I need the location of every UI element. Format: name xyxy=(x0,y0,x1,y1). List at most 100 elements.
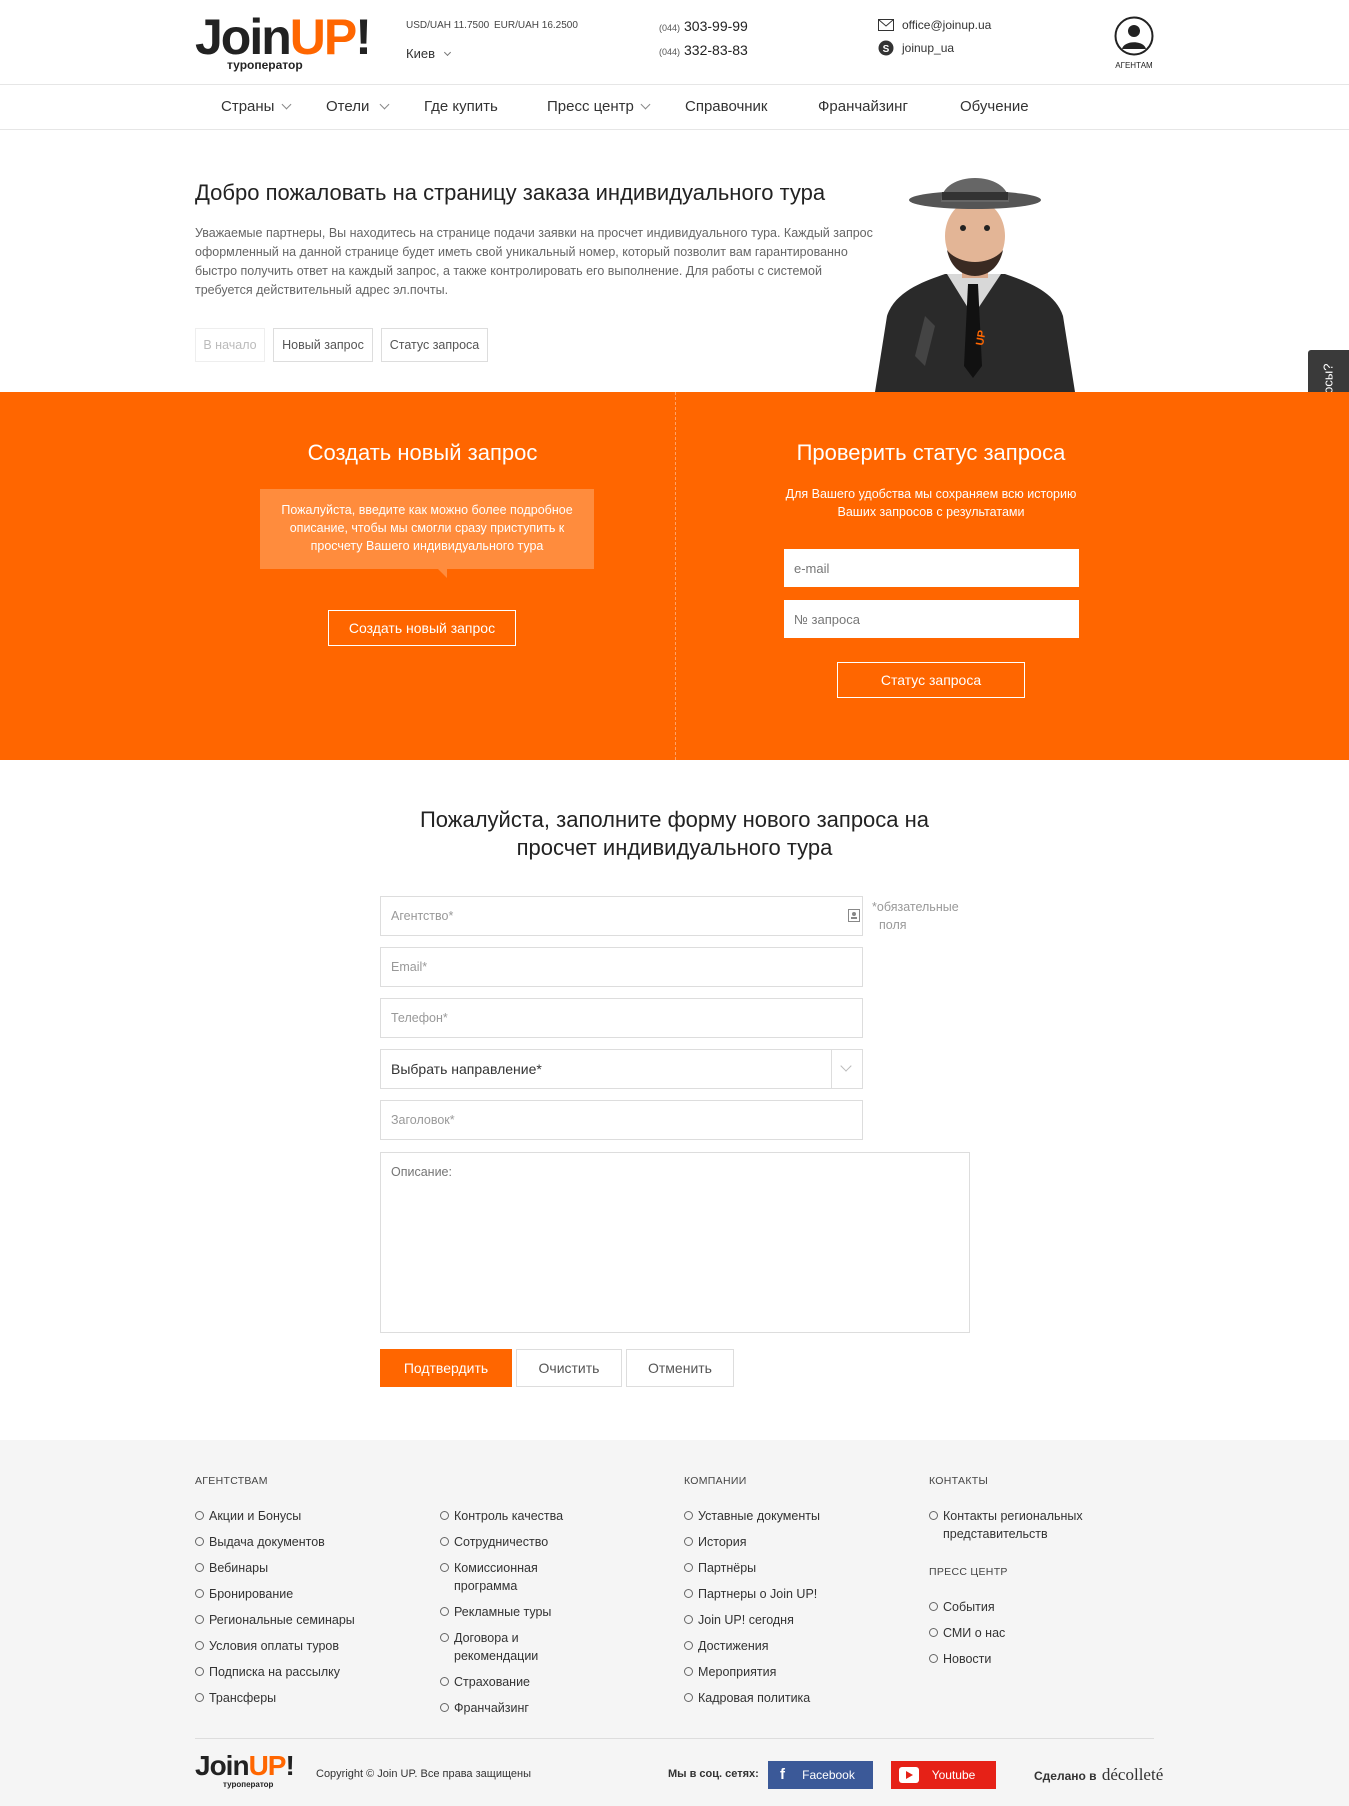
logo-bang: ! xyxy=(285,1750,294,1781)
footer-list-company: Уставные документы История Партнёры Парт… xyxy=(684,1507,820,1715)
request-number-input[interactable] xyxy=(784,600,1079,638)
footer-link[interactable]: Партнёры xyxy=(684,1559,820,1577)
hint-line: Пожалуйста, введите как можно более подр… xyxy=(281,503,573,517)
studio-logo[interactable]: décolleté xyxy=(1102,1765,1163,1784)
chevron-down-icon xyxy=(281,99,292,110)
footer-col-title: ПРЕСС ЦЕНТР xyxy=(929,1566,1008,1578)
subject-field[interactable] xyxy=(380,1100,863,1140)
copyright: Copyright © Join UP. Все права защищены xyxy=(316,1768,531,1780)
footer-link-line: Франчайзинг xyxy=(454,1701,529,1715)
footer-link[interactable]: Мероприятия xyxy=(684,1663,820,1681)
hint-line: просчету Вашего индивидуального тура xyxy=(310,539,544,553)
status-email-input[interactable] xyxy=(784,549,1079,587)
phone-1[interactable]: (044) 303-99-99 xyxy=(659,18,748,34)
intro-text: Уважаемые партнеры, Вы находитесь на стр… xyxy=(195,224,915,300)
new-request-tab-button[interactable]: Новый запрос xyxy=(273,328,373,362)
footer-link-line: Контроль качества xyxy=(454,1509,564,1523)
agency-input[interactable] xyxy=(380,896,863,936)
facebook-label: Facebook xyxy=(802,1768,855,1782)
footer-list-agencies: Акции и Бонусы Выдача документов Вебинар… xyxy=(195,1507,355,1715)
footer-link[interactable]: Сотрудничество xyxy=(440,1533,563,1551)
footer-link[interactable]: Партнеры о Join UP! xyxy=(684,1585,820,1603)
footer-link[interactable]: Достижения xyxy=(684,1637,820,1655)
footer-link-line: Сотрудничество xyxy=(454,1535,549,1549)
skype-text: joinup_ua xyxy=(902,41,955,55)
nav-label: Справочник xyxy=(685,98,768,115)
footer-link[interactable]: Уставные документы xyxy=(684,1507,820,1525)
footer-col-title: КОМПАНИИ xyxy=(684,1475,747,1487)
email-text: office@joinup.ua xyxy=(902,18,992,32)
footer-link[interactable]: История xyxy=(684,1533,820,1551)
form-title-line: Пожалуйста, заполните форму нового запро… xyxy=(419,807,930,832)
footer-list-press: События СМИ о нас Новости xyxy=(929,1598,1005,1676)
footer-link-line: Комиссионная xyxy=(454,1561,538,1575)
footer-link[interactable]: Франчайзинг xyxy=(440,1699,563,1717)
footer-link[interactable]: Новости xyxy=(929,1650,1005,1668)
direction-select[interactable]: Выбрать направление* xyxy=(380,1049,863,1089)
required-note-line: поля xyxy=(879,918,907,932)
home-button[interactable]: В начало xyxy=(195,328,265,362)
nav-item-press-center[interactable]: Пресс центр xyxy=(547,85,634,129)
check-status-button[interactable]: Статус запроса xyxy=(837,662,1025,698)
email-field[interactable] xyxy=(380,947,863,987)
logo-up: UP xyxy=(248,1750,287,1781)
email-link[interactable]: office@joinup.ua xyxy=(878,18,991,32)
mascot-illustration: UP xyxy=(875,178,1075,392)
footer-link[interactable]: Подписка на рассылку xyxy=(195,1663,355,1681)
footer-link[interactable]: Контакты региональных представительств xyxy=(929,1507,1083,1543)
footer-link[interactable]: Условия оплаты туров xyxy=(195,1637,355,1655)
facebook-button[interactable]: f Facebook xyxy=(768,1761,873,1789)
footer-link-line: Договора и xyxy=(454,1631,519,1645)
footer-link[interactable]: Рекламные туры xyxy=(440,1603,563,1621)
nav-item-hotels[interactable]: Отели xyxy=(326,85,369,129)
nav-item-reference[interactable]: Справочник xyxy=(685,85,768,129)
hint-line: описание, чтобы мы смогли сразу приступи… xyxy=(289,521,565,535)
request-status-tab-button[interactable]: Статус запроса xyxy=(381,328,488,362)
envelope-icon xyxy=(878,19,894,31)
city-label: Киев xyxy=(406,46,435,61)
logo[interactable]: JoinUP! туроператор xyxy=(195,9,372,72)
footer-link[interactable]: Бронирование xyxy=(195,1585,355,1603)
phone-number: 303-99-99 xyxy=(684,18,748,34)
phone-field[interactable] xyxy=(380,998,863,1038)
footer-link[interactable]: Трансферы xyxy=(195,1689,355,1707)
youtube-button[interactable]: Youtube xyxy=(891,1761,996,1789)
clear-button[interactable]: Очистить xyxy=(516,1349,622,1387)
nav-item-countries[interactable]: Страны xyxy=(221,85,274,129)
footer-link[interactable]: Вебинары xyxy=(195,1559,355,1577)
cancel-button[interactable]: Отменить xyxy=(626,1349,734,1387)
nav-item-training[interactable]: Обучение xyxy=(960,85,1029,129)
description-textarea[interactable] xyxy=(380,1152,970,1333)
footer-link[interactable]: Акции и Бонусы xyxy=(195,1507,355,1525)
footer-link-line: программа xyxy=(454,1579,518,1593)
footer-link[interactable]: Join UP! сегодня xyxy=(684,1611,820,1629)
footer-link[interactable]: Страхование xyxy=(440,1673,563,1691)
page-title: Добро пожаловать на страницу заказа инди… xyxy=(195,180,826,205)
agents-label: АГЕНТАМ xyxy=(1115,61,1153,70)
request-panel: Создать новый запрос Пожалуйста, введите… xyxy=(0,392,1349,760)
nav-item-franchising[interactable]: Франчайзинг xyxy=(818,85,908,129)
nav-item-where-to-buy[interactable]: Где купить xyxy=(424,85,498,129)
agents-link[interactable]: АГЕНТАМ xyxy=(1112,16,1156,70)
select-divider xyxy=(831,1050,832,1088)
nav-label: Отели xyxy=(326,98,370,115)
footer-logo[interactable]: JoinUP! туроператор xyxy=(195,1750,295,1790)
logo-up: UP xyxy=(289,9,357,65)
chevron-down-icon xyxy=(640,99,651,110)
logo-join: Join xyxy=(195,1750,250,1781)
submit-button[interactable]: Подтвердить xyxy=(380,1349,512,1387)
intro-line: требуется действительный адрес эл.почты. xyxy=(195,283,449,297)
footer-link[interactable]: События xyxy=(929,1598,1005,1616)
footer-link[interactable]: Договора и рекомендации xyxy=(440,1629,563,1665)
phone-2[interactable]: (044) 332-83-83 xyxy=(659,42,748,58)
footer-link[interactable]: Контроль качества xyxy=(440,1507,563,1525)
skype-link[interactable]: S joinup_ua xyxy=(878,40,954,56)
footer-link[interactable]: Региональные семинары xyxy=(195,1611,355,1629)
footer-link[interactable]: СМИ о нас xyxy=(929,1624,1005,1642)
city-selector[interactable]: Киев xyxy=(406,46,451,61)
nav-label: Франчайзинг xyxy=(818,98,908,115)
create-request-button[interactable]: Создать новый запрос xyxy=(328,610,516,646)
footer-link[interactable]: Кадровая политика xyxy=(684,1689,820,1707)
footer-link[interactable]: Выдача документов xyxy=(195,1533,355,1551)
footer-link[interactable]: Комиссионная программа xyxy=(440,1559,563,1595)
